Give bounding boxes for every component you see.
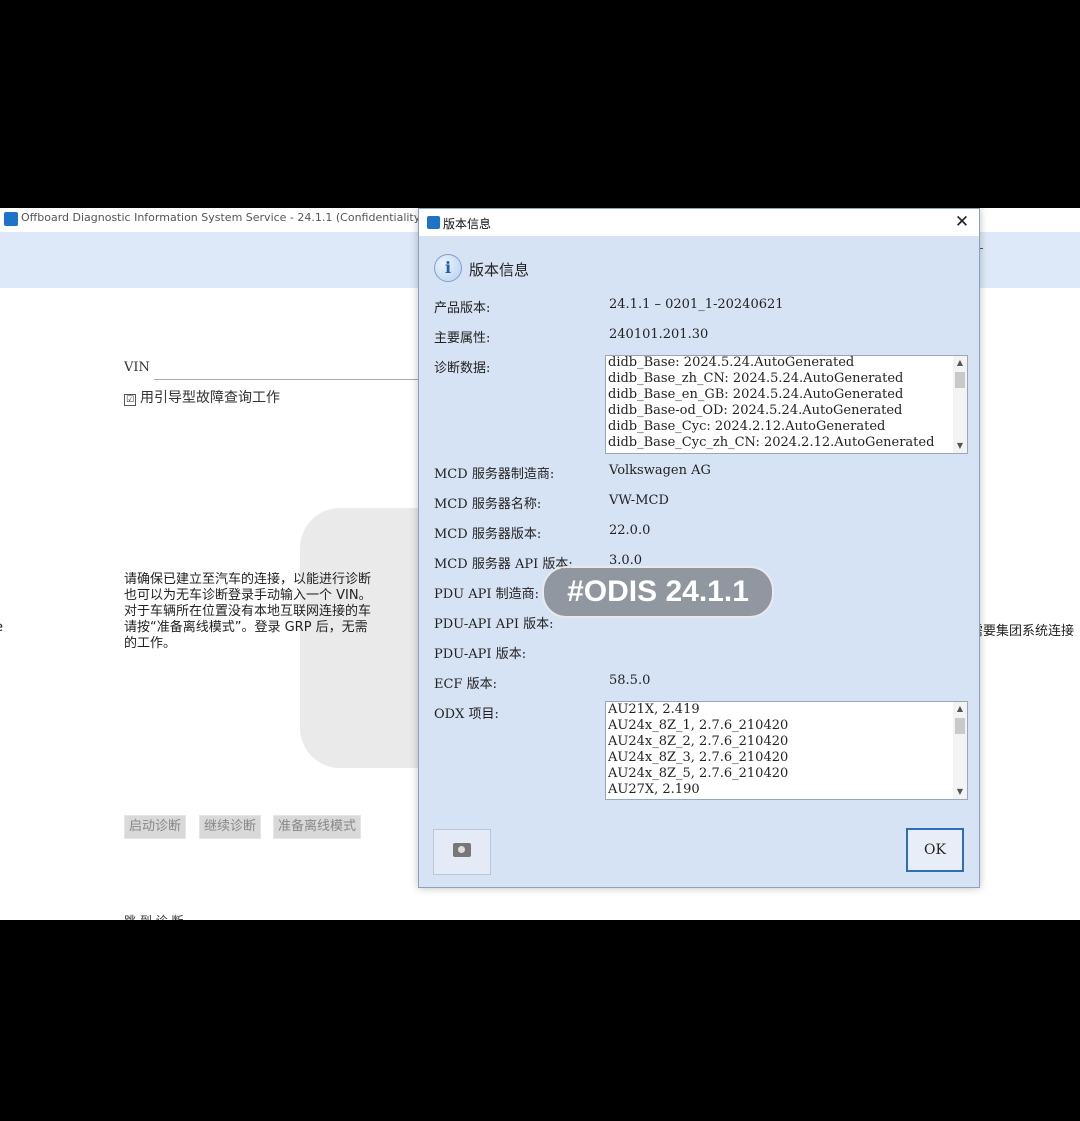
scroll-down-icon[interactable]: ▼ <box>953 785 967 799</box>
continue-diagnosis-button[interactable]: 继续诊断 <box>199 815 262 839</box>
watermark-badge: #ODIS 24.1.1 <box>542 566 774 618</box>
mcd-vendor-value: Volkswagen AG <box>609 463 711 478</box>
scroll-up-icon[interactable]: ▲ <box>953 356 967 370</box>
dialog-titlebar: 版本信息 ✕ <box>419 209 979 236</box>
odx-project-list[interactable]: AU21X, 2.419 AU24x_8Z_1, 2.7.6_210420 AU… <box>605 701 968 800</box>
dialog-app-icon <box>427 216 440 229</box>
list-item[interactable]: didb_Base: 2024.5.24.AutoGenerated <box>608 356 951 371</box>
list-item[interactable]: didb_Base-od_OD: 2024.5.24.AutoGenerated <box>608 403 951 419</box>
product-version-label: 产品版本: <box>434 301 491 316</box>
screenshot-button[interactable] <box>433 829 491 875</box>
mcd-version-value: 22.0.0 <box>609 523 651 538</box>
main-attribute-label: 主要属性: <box>434 331 491 346</box>
list-item[interactable]: didb_Base_zh_CN: 2024.5.24.AutoGenerated <box>608 371 951 387</box>
scroll-thumb[interactable] <box>955 372 965 388</box>
scroll-down-icon[interactable]: ▼ <box>953 439 967 453</box>
close-icon[interactable]: ✕ <box>952 212 972 232</box>
mcd-name-value: VW-MCD <box>609 493 669 508</box>
vin-label: VIN <box>124 360 150 375</box>
pdu-api-api-version-label: PDU-API API 版本: <box>434 617 554 632</box>
list-item[interactable]: AU21X, 2.419 <box>608 702 951 718</box>
scroll-up-icon[interactable]: ▲ <box>953 702 967 716</box>
diagnostic-data-list[interactable]: didb_Base: 2024.5.24.AutoGenerated didb_… <box>605 355 968 454</box>
camera-icon <box>453 843 471 857</box>
ok-button[interactable]: OK <box>906 828 964 872</box>
odis-app-icon <box>4 212 18 226</box>
bottom-text: 跳 到 诊 断 <box>124 912 183 920</box>
odx-scrollbar[interactable]: ▲ ▼ <box>953 702 967 799</box>
guided-check-label: 用引导型故障查询工作 <box>140 390 280 406</box>
list-item[interactable]: AU24x_8Z_1, 2.7.6_210420 <box>608 718 951 734</box>
info-icon: i <box>434 254 462 282</box>
list-item[interactable]: AU24x_8Z_3, 2.7.6_210420 <box>608 750 951 766</box>
version-info-dialog: 版本信息 ✕ i 版本信息 产品版本: 24.1.1 – 0201_1-2024… <box>418 208 980 888</box>
mcd-version-label: MCD 服务器版本: <box>434 527 542 542</box>
left-edge-text: e <box>0 620 3 635</box>
odx-project-label: ODX 项目: <box>434 707 499 722</box>
checkbox-icon[interactable]: ☑ <box>124 394 136 406</box>
pdu-api-vendor-label: PDU API 制造商: <box>434 587 540 602</box>
guided-fault-finding-checkbox[interactable]: ☑ 用引导型故障查询工作 <box>124 387 280 407</box>
diagnostic-data-label: 诊断数据: <box>434 361 491 376</box>
list-item[interactable]: AU24x_8Z_2, 2.7.6_210420 <box>608 734 951 750</box>
scroll-thumb[interactable] <box>955 718 965 734</box>
list-item[interactable]: AU27X, 2.190 <box>608 782 951 798</box>
start-diagnosis-button[interactable]: 启动诊断 <box>124 815 187 839</box>
dialog-title: 版本信息 <box>443 217 492 231</box>
window-title: Offboard Diagnostic Information System S… <box>21 211 447 224</box>
mcd-vendor-label: MCD 服务器制造商: <box>434 467 555 482</box>
list-item[interactable]: didb_Base_en_GB: 2024.5.24.AutoGenerated <box>608 387 951 403</box>
product-version-value: 24.1.1 – 0201_1-20240621 <box>609 297 784 312</box>
right-edge-text: 需要集团系统连接 <box>970 624 1075 639</box>
dialog-heading: 版本信息 <box>469 261 530 279</box>
list-item[interactable]: didb_Base_Cyc_zh_CN: 2024.2.12.AutoGener… <box>608 435 951 451</box>
mcd-name-label: MCD 服务器名称: <box>434 497 542 512</box>
diag-scrollbar[interactable]: ▲ ▼ <box>953 356 967 453</box>
screen: Offboard Diagnostic Information System S… <box>0 208 1080 920</box>
prepare-offline-button[interactable]: 准备离线模式 <box>273 815 362 839</box>
instructions-text: 请确保已建立至汽车的连接，以能进行诊断 也可以为无车诊断登录手动输入一个 VIN… <box>124 572 372 651</box>
list-item[interactable]: AU24x_8Z_5, 2.7.6_210420 <box>608 766 951 782</box>
ecf-version-value: 58.5.0 <box>609 673 651 688</box>
vin-input[interactable] <box>154 358 420 380</box>
list-item[interactable]: didb_Base_Cyc: 2024.2.12.AutoGenerated <box>608 419 951 435</box>
main-attribute-value: 240101.201.30 <box>609 327 709 342</box>
pdu-api-version-label: PDU-API 版本: <box>434 647 527 662</box>
ecf-version-label: ECF 版本: <box>434 677 497 692</box>
